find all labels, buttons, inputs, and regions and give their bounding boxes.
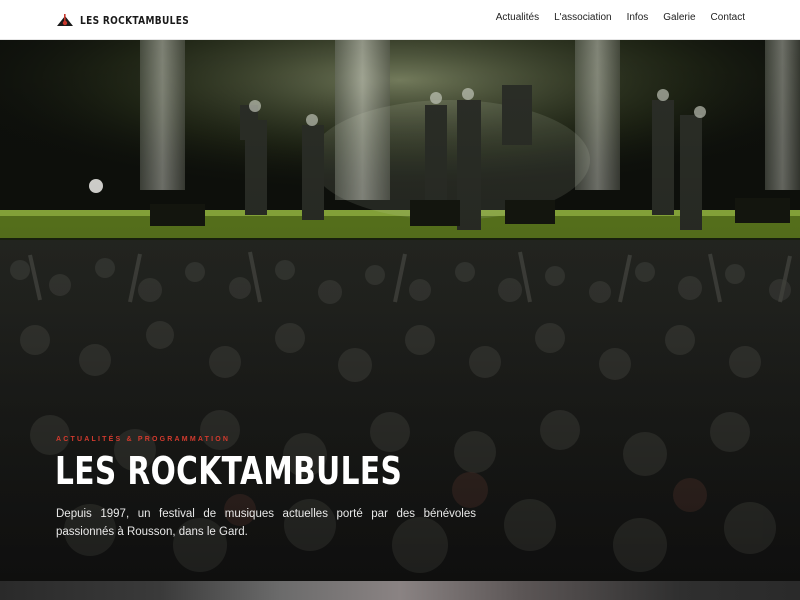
- hero-title: LES ROCKTAMBULES: [55, 449, 403, 493]
- brand-name: LES ROCKTAMBULES: [80, 13, 190, 27]
- nav-item-infos[interactable]: Infos: [627, 12, 649, 23]
- hero-kicker: ACTUALITÉS & PROGRAMMATION: [56, 436, 231, 443]
- next-section-image-strip: [0, 581, 800, 600]
- brand-link[interactable]: LES ROCKTAMBULES: [56, 10, 213, 30]
- guitar-fest-logo-icon: [57, 14, 73, 26]
- main-nav: Actualités L'association Infos Galerie C…: [496, 12, 745, 23]
- hero-section: ACTUALITÉS & PROGRAMMATION LES ROCKTAMBU…: [0, 40, 800, 581]
- site-header: LES ROCKTAMBULES Actualités L'associatio…: [0, 0, 800, 40]
- hero-overlay: [0, 40, 800, 581]
- nav-item-contact[interactable]: Contact: [711, 12, 745, 23]
- nav-item-association[interactable]: L'association: [554, 12, 612, 23]
- hero-description: Depuis 1997, un festival de musiques act…: [56, 508, 476, 538]
- nav-item-actualites[interactable]: Actualités: [496, 12, 539, 23]
- nav-item-galerie[interactable]: Galerie: [663, 12, 695, 23]
